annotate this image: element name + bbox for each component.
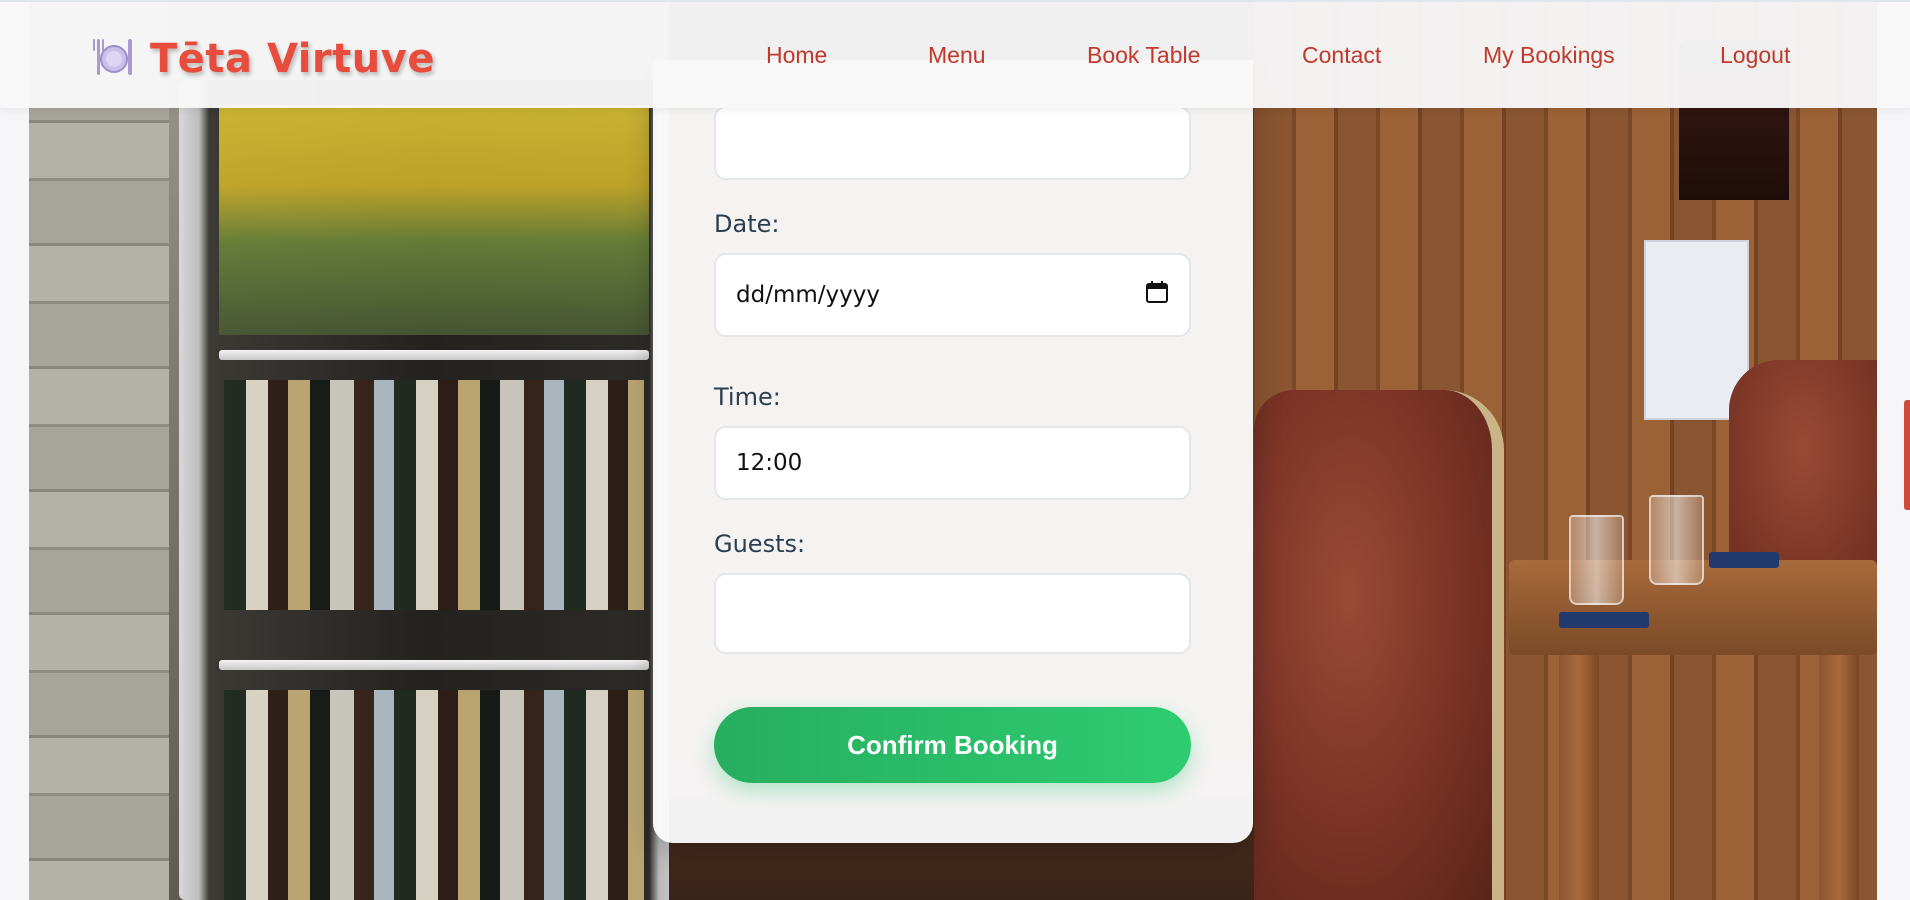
date-input[interactable]: dd/mm/yyyy <box>714 253 1191 337</box>
wine-bottles <box>224 690 644 900</box>
nav-home-link[interactable]: Home <box>766 42 827 69</box>
water-glass <box>1569 515 1624 605</box>
wall-panel <box>29 0 169 900</box>
date-label: Date: <box>714 210 780 238</box>
booking-form-card: Date: dd/mm/yyyy Time: 12:00 Guests: Con… <box>653 60 1253 843</box>
napkin <box>1709 552 1779 568</box>
guests-input[interactable] <box>714 573 1191 654</box>
time-input-value: 12:00 <box>736 450 803 476</box>
navbar: Tēta Virtuve Home Menu Book Table Contac… <box>0 0 1910 108</box>
water-glass <box>1649 495 1704 585</box>
nav-my-bookings-link[interactable]: My Bookings <box>1483 42 1615 69</box>
nav-contact-link[interactable]: Contact <box>1302 42 1381 69</box>
chair <box>1729 360 1877 580</box>
table-leg <box>1559 655 1599 900</box>
nav-logout-link[interactable]: Logout <box>1720 42 1790 69</box>
guests-label: Guests: <box>714 530 806 558</box>
napkin <box>1559 612 1649 628</box>
fridge-window-reflection <box>219 105 649 335</box>
time-input[interactable]: 12:00 <box>714 426 1191 500</box>
calendar-icon[interactable] <box>1145 280 1169 310</box>
chair <box>1254 390 1504 900</box>
date-input-value: dd/mm/yyyy <box>736 282 880 308</box>
top-input-field[interactable] <box>714 106 1191 180</box>
scrollbar-thumb[interactable] <box>1904 400 1910 510</box>
nav-links: Home Menu Book Table Contact My Bookings… <box>0 42 1910 76</box>
wine-bottles <box>224 380 644 610</box>
fridge-shelf <box>219 350 649 360</box>
page: Tēta Virtuve Home Menu Book Table Contac… <box>0 0 1910 900</box>
nav-book-table-link[interactable]: Book Table <box>1087 42 1200 69</box>
time-label: Time: <box>714 383 781 411</box>
fridge-shelf <box>219 660 649 670</box>
table-leg <box>1819 655 1859 900</box>
confirm-booking-button[interactable]: Confirm Booking <box>714 707 1191 783</box>
nav-menu-link[interactable]: Menu <box>928 42 986 69</box>
